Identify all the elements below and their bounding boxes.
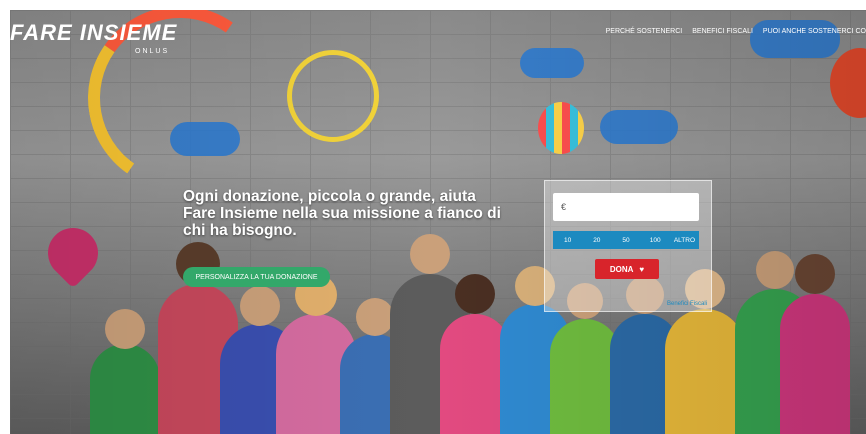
donate-button[interactable]: DONA ♥ (595, 259, 659, 279)
preset-amount-altro[interactable]: ALTRO (670, 231, 699, 249)
preset-amount-50[interactable]: 50 (611, 231, 640, 249)
nav-item-puoi-anche-sostenerci[interactable]: PUOI ANCHE SOSTENERCI CO (763, 28, 866, 35)
amount-input[interactable]: € (553, 193, 699, 221)
customize-donation-button[interactable]: PERSONALIZZA LA TUA DONAZIONE (183, 267, 330, 287)
currency-symbol: € (561, 202, 567, 212)
logo[interactable]: FARE INSIEME ONLUS (10, 20, 178, 55)
hero-headline: Ogni donazione, piccola o grande, aiuta … (183, 188, 501, 239)
logo-wordmark: FARE INSIEME (10, 20, 178, 45)
logo-subtitle: ONLUS (135, 48, 170, 55)
donation-widget: € 10 20 50 100 ALTRO DONA ♥ Benefici Fis… (544, 180, 712, 312)
nav-item-benefici-fiscali[interactable]: BENEFICI FISCALI (692, 28, 753, 35)
donate-label: DONA (609, 264, 634, 274)
hero-section: FARE INSIEME ONLUS PERCHÉ SOSTENERCI BEN… (10, 10, 866, 434)
heart-icon: ♥ (639, 264, 645, 274)
preset-amount-20[interactable]: 20 (582, 231, 611, 249)
preset-amount-10[interactable]: 10 (553, 231, 582, 249)
benefici-fiscali-link[interactable]: Benefici Fiscali (667, 301, 707, 307)
main-nav: PERCHÉ SOSTENERCI BENEFICI FISCALI PUOI … (606, 28, 866, 35)
nav-item-perche-sostenerci[interactable]: PERCHÉ SOSTENERCI (606, 28, 683, 35)
preset-amount-100[interactable]: 100 (641, 231, 670, 249)
preset-amounts: 10 20 50 100 ALTRO (553, 231, 699, 249)
